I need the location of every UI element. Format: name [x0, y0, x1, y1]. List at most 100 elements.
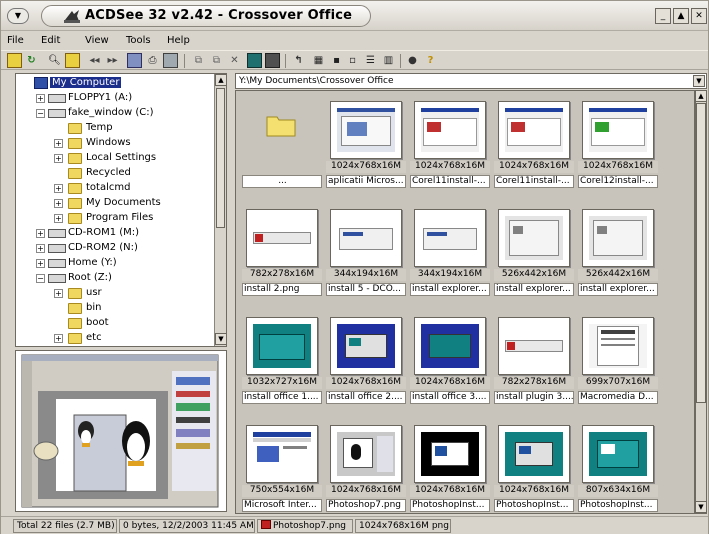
file-tile[interactable]: 807x634x16M PhotoshopInst... — [578, 419, 658, 513]
expand-icon[interactable]: + — [36, 244, 45, 253]
folder-tree: My Computer + FLOPPY1 (A:) − fake_window… — [15, 73, 227, 347]
file-name: Microsoft Inter... — [242, 499, 322, 512]
file-tile[interactable]: 1024x768x16M PhotoshopInst... — [410, 419, 490, 513]
menu-edit[interactable]: Edit — [41, 35, 60, 46]
scroll-down-icon[interactable]: ▼ — [695, 501, 707, 513]
path-value: Y:\My Documents\Crossover Office — [239, 76, 394, 86]
file-tile[interactable]: 750x554x16M Microsoft Inter... — [242, 419, 322, 513]
large-icons-view-icon[interactable]: ▪ — [329, 53, 344, 68]
delete-icon[interactable]: ✕ — [227, 53, 242, 68]
scroll-up-icon[interactable]: ▲ — [695, 90, 707, 102]
file-tile[interactable]: 699x707x16M Macromedia D... — [578, 311, 658, 411]
file-tile[interactable]: 526x442x16M install explorer... — [578, 203, 658, 303]
scroll-down-icon[interactable]: ▼ — [215, 333, 226, 345]
file-tile[interactable]: 1024x768x16M PhotoshopInst... — [494, 419, 574, 513]
expand-icon[interactable]: + — [36, 229, 45, 238]
rotate-icon[interactable]: ↰ — [291, 53, 306, 68]
thumbnail-scrollbar[interactable]: ▲ ▼ — [695, 90, 707, 514]
file-name: install explorer... — [410, 283, 490, 296]
wallpaper-icon[interactable] — [247, 53, 262, 68]
image-dimensions: 1024x768x16M — [494, 161, 574, 173]
browse-up-icon[interactable] — [65, 53, 80, 68]
collapse-icon[interactable]: − — [36, 109, 45, 118]
small-icons-view-icon[interactable]: ▫ — [345, 53, 360, 68]
scroll-thumb[interactable] — [696, 103, 706, 403]
menu-tools[interactable]: Tools — [126, 35, 151, 46]
file-tile[interactable]: ... — [242, 95, 322, 195]
acquire-icon[interactable] — [127, 53, 142, 68]
file-tile[interactable]: 1024x768x16M aplicatii Micros... — [326, 95, 406, 195]
image-dimensions: 1024x768x16M — [410, 377, 490, 389]
menu-help[interactable]: Help — [167, 35, 190, 46]
tree-item-label: My Computer — [50, 77, 122, 88]
tree-item-label: Root (Z:) — [68, 272, 112, 283]
folder-icon — [68, 198, 82, 209]
file-tile[interactable]: 344x194x16M install 5 - DCO... — [326, 203, 406, 303]
file-tile[interactable]: 526x442x16M install explorer... — [494, 203, 574, 303]
expand-icon[interactable]: + — [36, 94, 45, 103]
move-icon[interactable]: ⧉ — [209, 53, 224, 68]
image-dimensions: 526x442x16M — [494, 269, 574, 281]
file-name: ... — [242, 175, 322, 188]
tree-scrollbar[interactable]: ▲ ▼ — [214, 74, 226, 346]
scroll-thumb[interactable] — [216, 88, 225, 228]
edit-icon[interactable] — [265, 53, 280, 68]
thumbnail — [414, 101, 486, 159]
maximize-button[interactable]: ▲ — [673, 8, 689, 24]
filter-icon[interactable]: ● — [405, 53, 420, 68]
file-tile[interactable]: 1024x768x16M Corel11install-... — [410, 95, 490, 195]
file-tile[interactable]: 1024x768x16M Corel11install-... — [494, 95, 574, 195]
expand-icon[interactable]: + — [54, 184, 63, 193]
folder-icon — [68, 333, 82, 344]
browse-icon[interactable] — [7, 53, 22, 68]
help-icon[interactable]: ? — [423, 53, 438, 68]
file-tile[interactable]: 782x278x16M install 2.png — [242, 203, 322, 303]
file-tile[interactable]: 1024x768x16M install office 3.... — [410, 311, 490, 411]
refresh-icon[interactable]: ↻ — [24, 53, 39, 68]
expand-icon[interactable]: + — [54, 214, 63, 223]
folder-icon — [68, 183, 82, 194]
scroll-up-icon[interactable]: ▲ — [215, 74, 226, 86]
file-tile[interactable]: 1024x768x16M Photoshop7.png — [326, 419, 406, 513]
image-dimensions: 750x554x16M — [242, 485, 322, 497]
file-tile[interactable]: 1032x727x16M install office 1.... — [242, 311, 322, 411]
thumbnail-grid: ... 1024x768x16M aplicatii Micros... 102… — [235, 90, 695, 514]
menu-view[interactable]: View — [85, 35, 109, 46]
expand-icon[interactable]: + — [54, 154, 63, 163]
window-title: ACDSee 32 v2.42 - Crossover Office — [85, 8, 353, 23]
close-button[interactable]: ✕ — [691, 8, 707, 24]
slideshow-icon[interactable] — [163, 53, 178, 68]
system-menu-icon[interactable]: ▼ — [7, 8, 29, 24]
network-drive-icon — [48, 259, 66, 268]
find-icon[interactable]: 🔍︎ — [47, 53, 62, 68]
details-view-icon[interactable]: ▥ — [381, 53, 396, 68]
thumbnails-view-icon[interactable]: ▦ — [311, 53, 326, 68]
menu-file[interactable]: File — [7, 35, 24, 46]
minimize-button[interactable]: _ — [655, 8, 671, 24]
file-name: Macromedia D... — [578, 391, 658, 404]
back-icon[interactable]: ◂◂ — [87, 53, 102, 68]
file-tile[interactable]: 1024x768x16M install office 2.... — [326, 311, 406, 411]
forward-icon[interactable]: ▸▸ — [105, 53, 120, 68]
path-input[interactable]: Y:\My Documents\Crossover Office ▼ — [235, 73, 707, 89]
file-name: Photoshop7.png — [326, 499, 406, 512]
file-name: install office 3.... — [410, 391, 490, 404]
expand-icon[interactable]: + — [36, 259, 45, 268]
image-dimensions: 1032x727x16M — [242, 377, 322, 389]
expand-icon[interactable]: + — [54, 334, 63, 343]
file-tile[interactable]: 344x194x16M install explorer... — [410, 203, 490, 303]
tree-item-label: CD-ROM2 (N:) — [68, 242, 138, 253]
collapse-icon[interactable]: − — [36, 274, 45, 283]
expand-icon[interactable]: + — [54, 199, 63, 208]
cdrom-drive-icon — [48, 244, 66, 253]
tree-item-label: CD-ROM1 (M:) — [68, 227, 140, 238]
expand-icon[interactable]: + — [54, 289, 63, 298]
print-icon[interactable]: ⎙ — [145, 53, 160, 68]
expand-icon[interactable]: + — [54, 139, 63, 148]
title-bar[interactable]: ▼ ACDSee 32 v2.42 - Crossover Office _ ▲… — [1, 1, 708, 31]
file-tile[interactable]: 782x278x16M install plugin 3.... — [494, 311, 574, 411]
copy-icon[interactable]: ⧉ — [191, 53, 206, 68]
path-dropdown-icon[interactable]: ▼ — [693, 75, 705, 87]
list-view-icon[interactable]: ☰ — [363, 53, 378, 68]
file-tile[interactable]: 1024x768x16M Corel12install-... — [578, 95, 658, 195]
